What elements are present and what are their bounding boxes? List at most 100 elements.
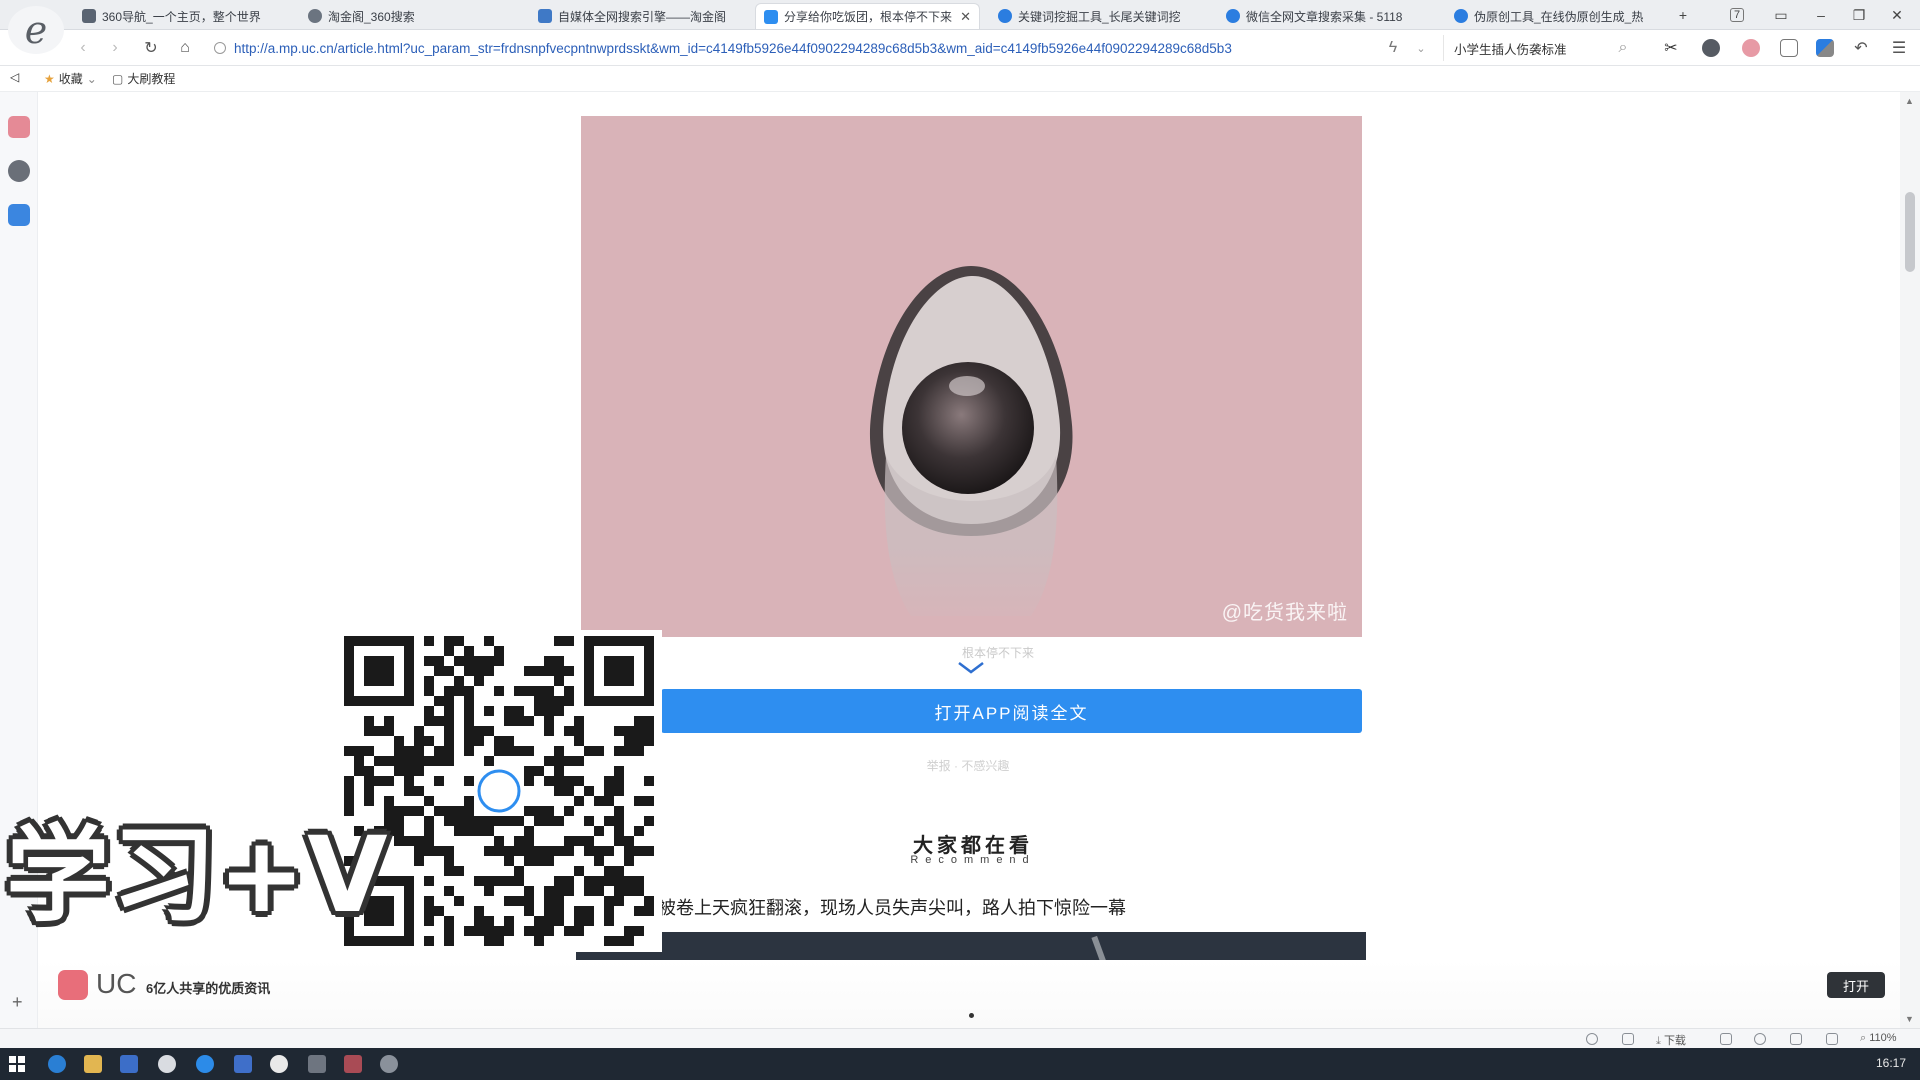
undo-icon[interactable]: ↶ [1850,37,1872,59]
favorites-menu[interactable]: ★ 收藏 ⌄ [44,70,97,87]
status-pin-icon[interactable] [1622,1033,1634,1045]
vertical-scrollbar[interactable]: ▲ ▼ [1900,92,1920,1028]
qr-module [374,776,384,786]
collapse-sidebar-icon[interactable]: ◁ [10,70,19,84]
taskbar-ie-icon[interactable] [48,1055,66,1073]
apps-grid-icon[interactable] [1816,39,1834,57]
tab-close-icon[interactable]: ✕ [960,9,971,25]
tab-taojinge[interactable]: 自媒体全网搜索引擎——淘金阁 [530,3,730,29]
windows-start-icon[interactable] [8,1055,26,1073]
taskbar-pen-icon[interactable] [120,1055,138,1073]
qr-module [444,816,454,826]
sidebar-shopping-icon[interactable] [8,116,30,138]
tab-uc-article[interactable]: 分享给你吃饭团，根本停不下来 ✕ [755,3,980,29]
qr-module [354,746,364,756]
qr-module [514,716,524,726]
feedback-links[interactable]: 举报 · 不感兴趣 [868,757,1068,774]
forward-icon[interactable]: › [104,37,126,59]
site-info-icon[interactable] [214,42,226,54]
status-browser-icon[interactable] [1754,1033,1766,1045]
qr-module [544,856,554,866]
back-icon[interactable]: ‹ [72,37,94,59]
taskbar-app-icon[interactable] [308,1055,326,1073]
taskbar-folder-icon[interactable] [84,1055,102,1073]
status-download[interactable]: ⤓ 下载 [1656,1032,1686,1048]
status-window-icon[interactable] [1790,1033,1802,1045]
qr-module [344,776,354,786]
close-window-icon[interactable]: ✕ [1882,4,1912,26]
sidebar-add-icon[interactable]: + [12,992,23,1013]
search-icon[interactable]: ⌕ [1612,37,1634,59]
qr-module [634,746,644,756]
home-icon[interactable]: ⌂ [174,37,196,59]
qr-module [594,846,604,856]
favorite-item-tutorial[interactable]: ▢ 大刷教程 [112,70,175,87]
zoom-control[interactable]: ⌕ 110% [1860,1032,1897,1045]
status-speed-icon[interactable] [1586,1033,1598,1045]
taskbar-browser-icon[interactable] [158,1055,176,1073]
qr-module [414,786,424,796]
taskbar-player-icon[interactable] [270,1055,288,1073]
lightning-icon[interactable]: ϟ [1382,37,1404,59]
restore-icon[interactable]: ❐ [1844,4,1874,26]
scroll-thumb[interactable] [1905,192,1915,272]
scissors-icon[interactable]: ✂ [1660,37,1682,59]
qr-module [584,876,594,886]
scroll-down-icon[interactable]: ▼ [1905,1014,1914,1024]
extension-icon[interactable] [1702,39,1720,57]
skin-icon[interactable]: ▭ [1766,4,1796,26]
recommend-subtitle: Recommend [910,854,1036,866]
scroll-up-icon[interactable]: ▲ [1905,96,1914,106]
qr-module [624,836,634,846]
address-bar[interactable]: http://a.mp.uc.cn/article.html?uc_param_… [214,35,1419,61]
new-tab-button[interactable]: + [1668,4,1698,26]
browser-logo-icon[interactable]: e [8,6,64,54]
qr-module [574,916,584,926]
menu-icon[interactable]: ☰ [1888,37,1910,59]
tab-keyword-tool[interactable]: 关键词挖掘工具_长尾关键词挖 [990,3,1190,29]
qr-module [404,776,414,786]
search-input[interactable]: 小学生插人伤袭标准 [1443,35,1633,61]
tab-5118[interactable]: 微信全网文章搜索采集 - 5118 [1218,3,1418,29]
tab-search[interactable]: 淘金阁_360搜索 [300,3,460,29]
expand-chevron-icon[interactable] [953,658,989,678]
taskbar-mail-icon[interactable] [344,1055,362,1073]
qr-module [494,646,504,656]
qr-module [394,816,404,826]
sidebar-weibo-icon[interactable] [8,160,30,182]
qr-module [424,656,434,666]
qr-module [524,826,534,836]
qr-module [424,836,434,846]
qr-module [614,836,624,846]
sidebar-message-icon[interactable] [8,204,30,226]
qr-module [574,836,584,846]
qr-module [554,816,564,826]
tab-rewrite-tool[interactable]: 伪原创工具_在线伪原创生成_热 [1446,3,1646,29]
chevron-down-icon[interactable]: ⌄ [1410,37,1432,59]
qr-module [394,756,404,766]
qr-module [544,706,554,716]
minimize-icon[interactable]: – [1806,4,1836,26]
refresh-icon[interactable]: ↻ [140,37,162,59]
favorites-bar: ◁ ★ 收藏 ⌄ ▢ 大刷教程 [0,66,1920,92]
status-p2p-icon[interactable] [1720,1033,1732,1045]
taskbar-user-icon[interactable] [380,1055,398,1073]
avocado-illustration [581,266,1362,637]
qr-module [434,656,444,666]
qr-module [394,806,404,816]
tab-count-badge[interactable]: 7 [1722,4,1752,26]
news-item-title[interactable]: 被卷上天疯狂翻滚，现场人员失声尖叫，路人拍下惊险一幕 [658,894,1378,920]
taskbar-360-icon[interactable] [196,1055,214,1073]
qr-module [464,796,474,806]
status-sound-icon[interactable] [1826,1033,1838,1045]
qr-module [564,836,574,846]
user-avatar-icon[interactable] [1742,39,1760,57]
screenshot-icon[interactable] [1780,39,1798,57]
tab-360-nav[interactable]: 360导航_一个主页，整个世界 [74,3,264,29]
taskbar-word-icon[interactable] [234,1055,252,1073]
open-app-button[interactable]: 打开APP阅读全文 [661,689,1362,733]
uc-open-button[interactable]: 打开 [1827,972,1885,998]
qr-module [554,696,564,706]
qr-module [484,816,494,826]
qr-module [544,846,554,856]
